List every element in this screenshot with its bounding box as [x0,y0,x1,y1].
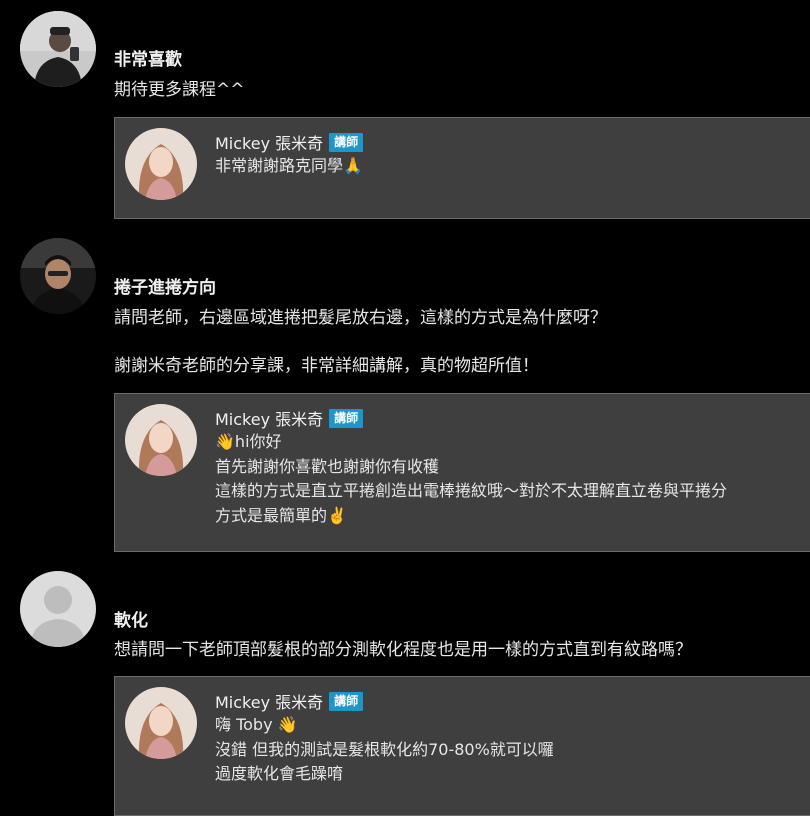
user-avatar[interactable] [20,11,96,87]
reply-header: Mickey 張米奇 講師 [215,406,364,430]
user-avatar[interactable] [20,571,96,647]
reply-header: Mickey 張米奇 講師 [215,130,364,154]
reply-line: 非常謝謝路克同學🙏 [215,156,363,175]
user-photo-avatar-icon [20,238,96,314]
default-user-avatar-icon [20,571,96,647]
reply-line: 首先謝謝你喜歡也謝謝你有收穫 [215,456,440,476]
reply-line: 沒錯 但我的測試是髮根軟化約70-80%就可以囉 [215,739,554,759]
instructor-avatar[interactable] [125,404,197,476]
reply-line: 👋hi你好 [215,432,282,451]
instructor-photo-avatar-icon [125,687,197,759]
reply-text: 👋hi你好 首先謝謝你喜歡也謝謝你有收穫 這樣的方式是直立平捲創造出電棒捲紋哦～… [215,430,727,528]
instructor-photo-avatar-icon [125,404,197,476]
reply-line: 這樣的方式是直立平捲創造出電棒捲紋哦～對於不太理解直立卷與平捲分 [215,481,728,500]
user-avatar[interactable] [20,238,96,314]
reply-text: 非常謝謝路克同學🙏 [215,154,363,179]
username: 捲子進捲方向 [114,278,216,298]
instructor-name[interactable]: Mickey 張米奇 [215,689,323,713]
reply-line: 嗨 Toby 👋 [215,715,298,734]
username: 軟化 [114,611,148,631]
instructor-avatar[interactable] [125,687,197,759]
reply-text: 嗨 Toby 👋 沒錯 但我的測試是髮根軟化約70-80%就可以囉 過度軟化會毛… [215,713,554,787]
instructor-photo-avatar-icon [125,128,197,200]
reply-header: Mickey 張米奇 講師 [215,689,364,713]
instructor-reply: Mickey 張米奇 講師 嗨 Toby 👋 沒錯 但我的測試是髮根軟化約70-… [114,676,810,816]
comment-text: 期待更多課程^^ [114,80,245,100]
comment-text: 想請問一下老師頂部髮根的部分測軟化程度也是用一樣的方式直到有紋路嗎？ [114,640,692,660]
instructor-avatar[interactable] [125,128,197,200]
instructor-name[interactable]: Mickey 張米奇 [215,406,323,430]
instructor-reply: Mickey 張米奇 講師 👋hi你好 首先謝謝你喜歡也謝謝你有收穫 這樣的方式… [114,393,810,552]
comment-text: 謝謝米奇老師的分享課，非常詳細講解，真的物超所值！ [114,356,539,376]
comment-text: 請問老師，右邊區域進捲把髮尾放右邊，這樣的方式是為什麼呀？ [114,308,607,328]
instructor-name[interactable]: Mickey 張米奇 [215,130,323,154]
instructor-badge: 講師 [329,132,364,152]
reply-line: 過度軟化會毛躁唷 [215,764,344,783]
instructor-reply: Mickey 張米奇 講師 非常謝謝路克同學🙏 [114,117,810,219]
instructor-badge: 講師 [329,408,364,428]
user-photo-avatar-icon [20,11,96,87]
username: 非常喜歡 [114,50,182,70]
instructor-badge: 講師 [329,691,364,711]
reply-line: 方式是最簡單的✌️ [215,505,347,525]
